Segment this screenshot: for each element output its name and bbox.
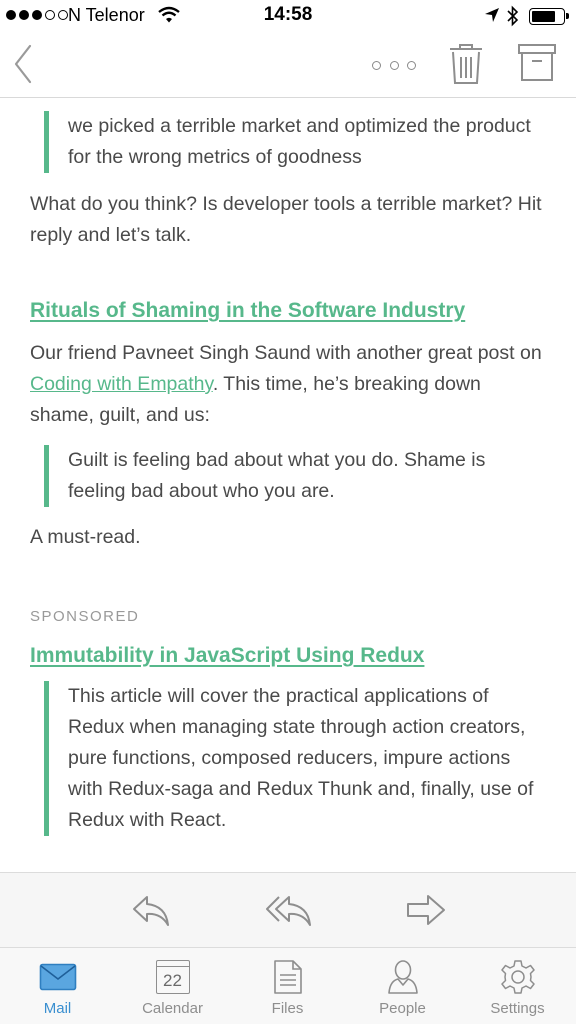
settings-icon [500,960,535,994]
more-icon[interactable] [372,54,416,76]
tab-label: Settings [490,1000,545,1017]
tab-settings[interactable]: Settings [460,948,575,1024]
sponsored-label: SPONSORED [30,608,140,625]
paragraph: A must-read. [30,526,141,548]
mail-icon [39,963,76,991]
coding-with-empathy-link[interactable]: Coding with Empathy [30,373,213,395]
tab-label: Mail [43,1000,72,1017]
tab-mail[interactable]: Mail [0,948,115,1024]
bluetooth-icon [507,5,519,27]
email-body: we picked a terrible market and optimize… [0,99,576,871]
people-icon [387,960,418,994]
files-icon [273,960,302,994]
reply-icon[interactable] [129,891,173,931]
paragraph-text: Our friend Pavneet Singh Saund with anot… [30,342,542,364]
tab-calendar[interactable]: 22 Calendar [115,948,230,1024]
battery-icon [529,8,569,25]
nav-bar [0,32,576,98]
back-chevron-icon[interactable] [8,40,44,88]
tab-files[interactable]: Files [230,948,345,1024]
tab-bar: Mail 22 Calendar Files People Settings [0,948,576,1024]
blockquote: we picked a terrible market and optimize… [44,111,544,173]
status-bar: N Telenor 14:58 [0,0,576,32]
reply-all-icon[interactable] [265,891,313,931]
tab-label: Files [271,1000,304,1017]
tab-people[interactable]: People [345,948,460,1024]
location-icon [485,8,499,22]
blockquote: Guilt is feeling bad about what you do. … [44,445,544,507]
blockquote: This article will cover the practical ap… [44,681,548,836]
tab-label: Calendar [142,1000,203,1017]
article-heading-link[interactable]: Rituals of Shaming in the Software Indus… [30,299,465,323]
forward-icon[interactable] [404,891,448,931]
message-action-bar [0,872,576,948]
paragraph: What do you think? Is developer tools a … [30,193,542,246]
archive-icon[interactable] [517,42,557,84]
tab-label: People [379,1000,426,1017]
paragraph: Our friend Pavneet Singh Saund with anot… [30,338,550,431]
calendar-day: 22 [163,971,182,990]
calendar-icon: 22 [155,960,190,994]
trash-icon[interactable] [447,42,485,86]
sponsored-heading-link[interactable]: Immutability in JavaScript Using Redux [30,644,424,668]
